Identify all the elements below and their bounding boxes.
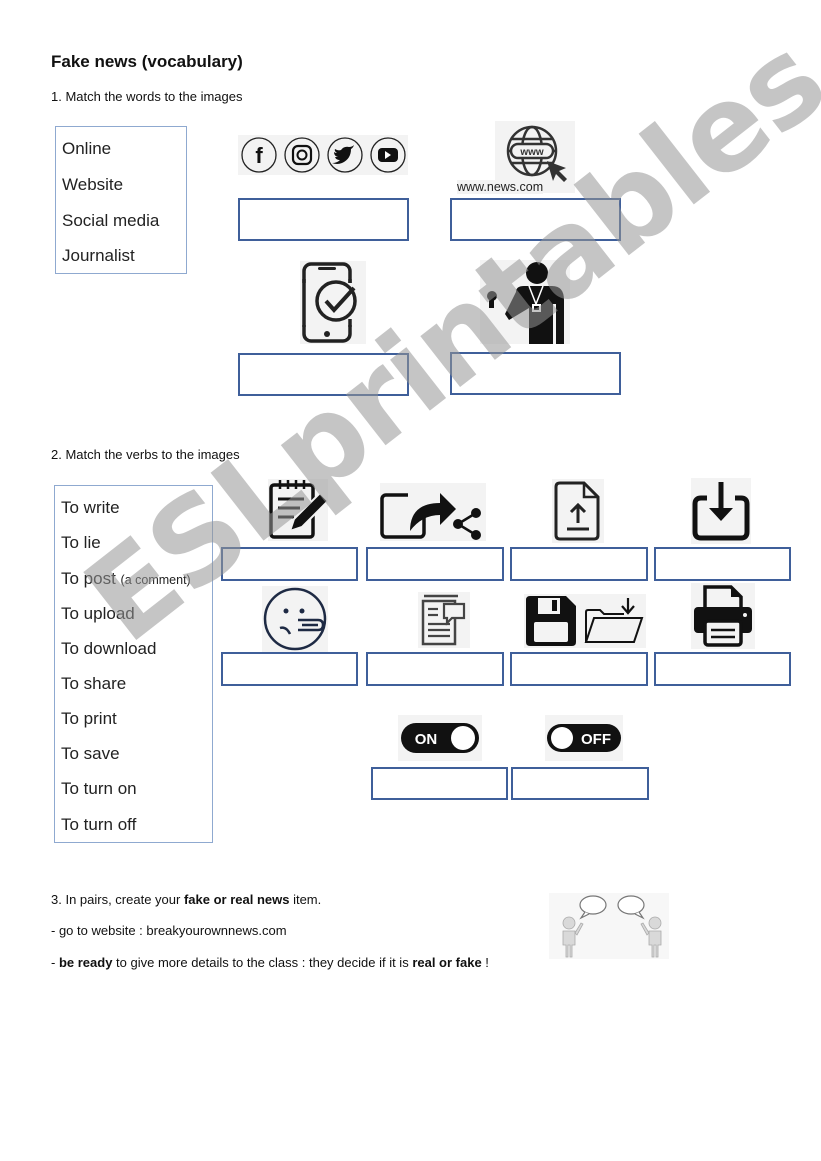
text: ! (481, 955, 489, 970)
bold-text: fake or real news (183, 892, 290, 907)
text: item. (289, 892, 322, 907)
text: 3. In pairs, create your (51, 892, 184, 907)
section3-line1: 3. In pairs, create your fake or real ne… (51, 892, 321, 907)
word-item: Online (62, 139, 112, 158)
verb-item: To turn off (61, 815, 137, 834)
social-media-icons: f (238, 135, 408, 175)
answer-box-verb-6[interactable] (366, 652, 504, 686)
journalist-microphone-icon (480, 260, 570, 344)
document-comment-icon (418, 592, 470, 648)
notepad-pencil-icon (268, 479, 328, 541)
share-arrow-icon (380, 483, 486, 541)
toggle-off-icon: OFF (545, 715, 623, 761)
verb-item: To post (a comment) (61, 569, 191, 589)
bold-text: real or fake (412, 955, 482, 970)
section3-line2: - go to website : breakyourownnews.com (51, 923, 287, 938)
verb-item-text: To post (61, 569, 116, 588)
section1-instruction: 1. Match the words to the images (51, 89, 243, 104)
answer-box-verb-5[interactable] (221, 652, 358, 686)
text: to give more details to the class : they… (112, 955, 413, 970)
answer-box-verb-9[interactable] (371, 767, 508, 800)
verb-item: To share (61, 674, 127, 693)
text: - (51, 955, 59, 970)
verb-item: To turn on (61, 779, 137, 798)
verb-item: To save (61, 744, 120, 763)
toggle-on-label: ON (415, 731, 438, 748)
verb-item: To download (61, 639, 157, 658)
page-title: Fake news (vocabulary) (51, 52, 243, 71)
svg-text:www: www (519, 147, 544, 158)
verb-item: To lie (61, 533, 101, 552)
section3-line3: - be ready to give more details to the c… (51, 955, 489, 970)
bold-text: be ready (58, 955, 113, 970)
toggle-off-label: OFF (581, 731, 611, 748)
floppy-folder-save-icon (524, 594, 646, 648)
answer-box-journalist[interactable] (450, 352, 621, 395)
phone-check-icon (300, 261, 366, 344)
word-item: Social media (62, 211, 160, 230)
answer-box-verb-7[interactable] (510, 652, 648, 686)
answer-box-verb-10[interactable] (511, 767, 649, 800)
answer-box-verb-1[interactable] (221, 547, 358, 581)
answer-box-online[interactable] (238, 198, 409, 241)
people-talking-image (549, 893, 669, 959)
verb-note: (a comment) (120, 573, 191, 587)
verb-item: To upload (61, 604, 135, 623)
section2-instruction: 2. Match the verbs to the images (51, 447, 240, 462)
answer-box-website[interactable] (450, 198, 621, 241)
verb-item: To write (61, 498, 120, 517)
website-caption: www.news.com (457, 180, 544, 194)
word-item: Journalist (62, 246, 135, 265)
answer-box-verb-3[interactable] (510, 547, 648, 581)
answer-box-verb-8[interactable] (654, 652, 791, 686)
answer-box-social-media[interactable] (238, 353, 409, 396)
verb-box: To write To lie To post (a comment) To u… (54, 485, 213, 843)
toggle-on-icon: ON (398, 715, 482, 761)
verb-item: To print (61, 709, 117, 728)
download-tray-icon (691, 478, 751, 544)
lying-face-icon (262, 586, 328, 652)
answer-box-verb-4[interactable] (654, 547, 791, 581)
word-box: Online Website Social media Journalist (55, 126, 187, 274)
printer-icon (691, 583, 755, 649)
file-upload-icon (552, 479, 604, 543)
answer-box-verb-2[interactable] (366, 547, 504, 581)
svg-text:f: f (255, 143, 263, 168)
word-item: Website (62, 175, 124, 194)
